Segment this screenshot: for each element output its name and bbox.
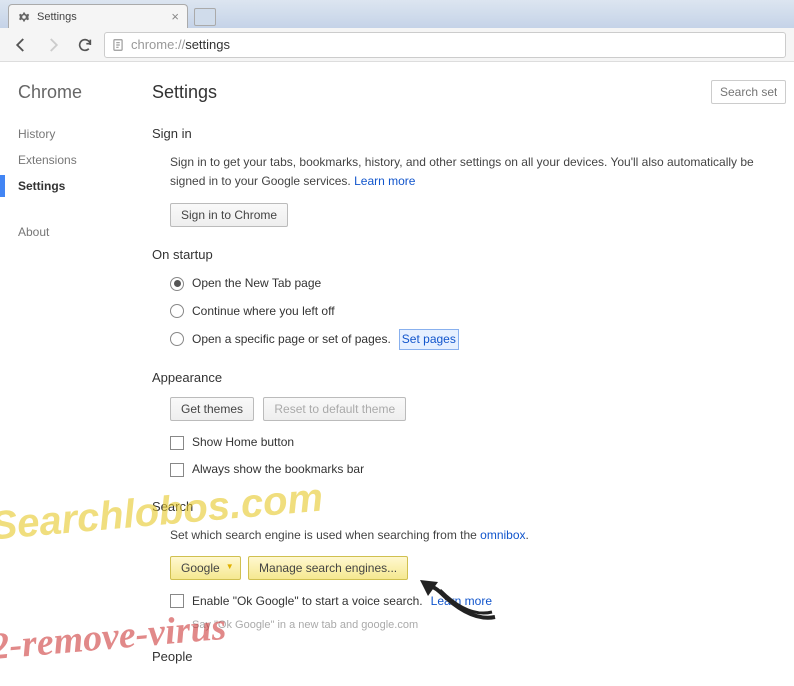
startup-option-label: Continue where you left off <box>192 302 335 321</box>
search-engine-dropdown[interactable]: Google <box>170 556 241 580</box>
manage-search-engines-button[interactable]: Manage search engines... <box>248 556 408 580</box>
ok-google-learn-more-link[interactable]: Learn more <box>431 592 492 611</box>
ok-google-checkbox-row[interactable]: Enable "Ok Google" to start a voice sear… <box>170 592 786 611</box>
startup-title: On startup <box>152 247 786 262</box>
checkbox-icon <box>170 436 184 450</box>
startup-option-continue[interactable]: Continue where you left off <box>170 302 786 321</box>
sidebar-item-about[interactable]: About <box>18 219 130 245</box>
omnibox-link[interactable]: omnibox <box>480 528 525 542</box>
forward-button[interactable] <box>40 32 66 58</box>
startup-option-specific[interactable]: Open a specific page or set of pages. Se… <box>170 329 786 350</box>
radio-icon <box>170 304 184 318</box>
back-button[interactable] <box>8 32 34 58</box>
sidebar-item-extensions[interactable]: Extensions <box>18 147 130 173</box>
set-pages-link[interactable]: Set pages <box>399 329 459 350</box>
show-home-label: Show Home button <box>192 433 294 452</box>
radio-icon <box>170 332 184 346</box>
address-path: settings <box>185 37 230 52</box>
sidebar-item-settings[interactable]: Settings <box>18 173 130 199</box>
show-bookmarks-label: Always show the bookmarks bar <box>192 460 364 479</box>
show-bookmarks-checkbox-row[interactable]: Always show the bookmarks bar <box>170 460 786 479</box>
signin-title: Sign in <box>152 126 786 141</box>
signin-text: Sign in to get your tabs, bookmarks, his… <box>170 155 754 188</box>
new-tab-button[interactable] <box>194 8 216 26</box>
reset-theme-button[interactable]: Reset to default theme <box>263 397 406 421</box>
show-home-checkbox-row[interactable]: Show Home button <box>170 433 786 452</box>
startup-option-newtab[interactable]: Open the New Tab page <box>170 274 786 293</box>
page-icon <box>111 38 125 52</box>
page-title: Settings <box>152 82 217 103</box>
people-title: People <box>152 649 786 664</box>
ok-google-label: Enable "Ok Google" to start a voice sear… <box>192 592 423 611</box>
startup-option-label: Open a specific page or set of pages. <box>192 330 391 349</box>
content: Settings Sign in Sign in to get your tab… <box>130 62 794 686</box>
ok-google-hint: Say "Ok Google" in a new tab and google.… <box>152 619 786 631</box>
reload-button[interactable] <box>72 32 98 58</box>
get-themes-button[interactable]: Get themes <box>170 397 254 421</box>
search-input[interactable] <box>711 80 786 104</box>
content-header: Settings <box>152 80 786 104</box>
checkbox-icon <box>170 594 184 608</box>
signin-body: Sign in to get your tabs, bookmarks, his… <box>152 153 786 227</box>
checkbox-icon <box>170 463 184 477</box>
toolbar: chrome://settings <box>0 28 794 62</box>
appearance-title: Appearance <box>152 370 786 385</box>
gear-icon <box>17 10 31 24</box>
search-title: Search <box>152 499 786 514</box>
radio-icon <box>170 277 184 291</box>
tab-bar: Settings × <box>0 0 794 28</box>
close-icon[interactable]: × <box>171 9 179 24</box>
search-text: Set which search engine is used when sea… <box>170 528 480 542</box>
appearance-body: Get themes Reset to default theme Show H… <box>152 397 786 479</box>
sidebar-item-history[interactable]: History <box>18 121 130 147</box>
signin-button[interactable]: Sign in to Chrome <box>170 203 288 227</box>
startup-option-label: Open the New Tab page <box>192 274 321 293</box>
tab-settings[interactable]: Settings × <box>8 4 188 28</box>
main: Chrome History Extensions Settings About… <box>0 62 794 686</box>
signin-learn-more-link[interactable]: Learn more <box>354 174 415 188</box>
startup-body: Open the New Tab page Continue where you… <box>152 274 786 350</box>
sidebar-title: Chrome <box>18 82 130 103</box>
tab-title: Settings <box>37 11 77 23</box>
sidebar: Chrome History Extensions Settings About <box>0 62 130 686</box>
address-bar[interactable]: chrome://settings <box>104 32 786 58</box>
address-prefix: chrome:// <box>131 37 185 52</box>
search-body: Set which search engine is used when sea… <box>152 526 786 610</box>
